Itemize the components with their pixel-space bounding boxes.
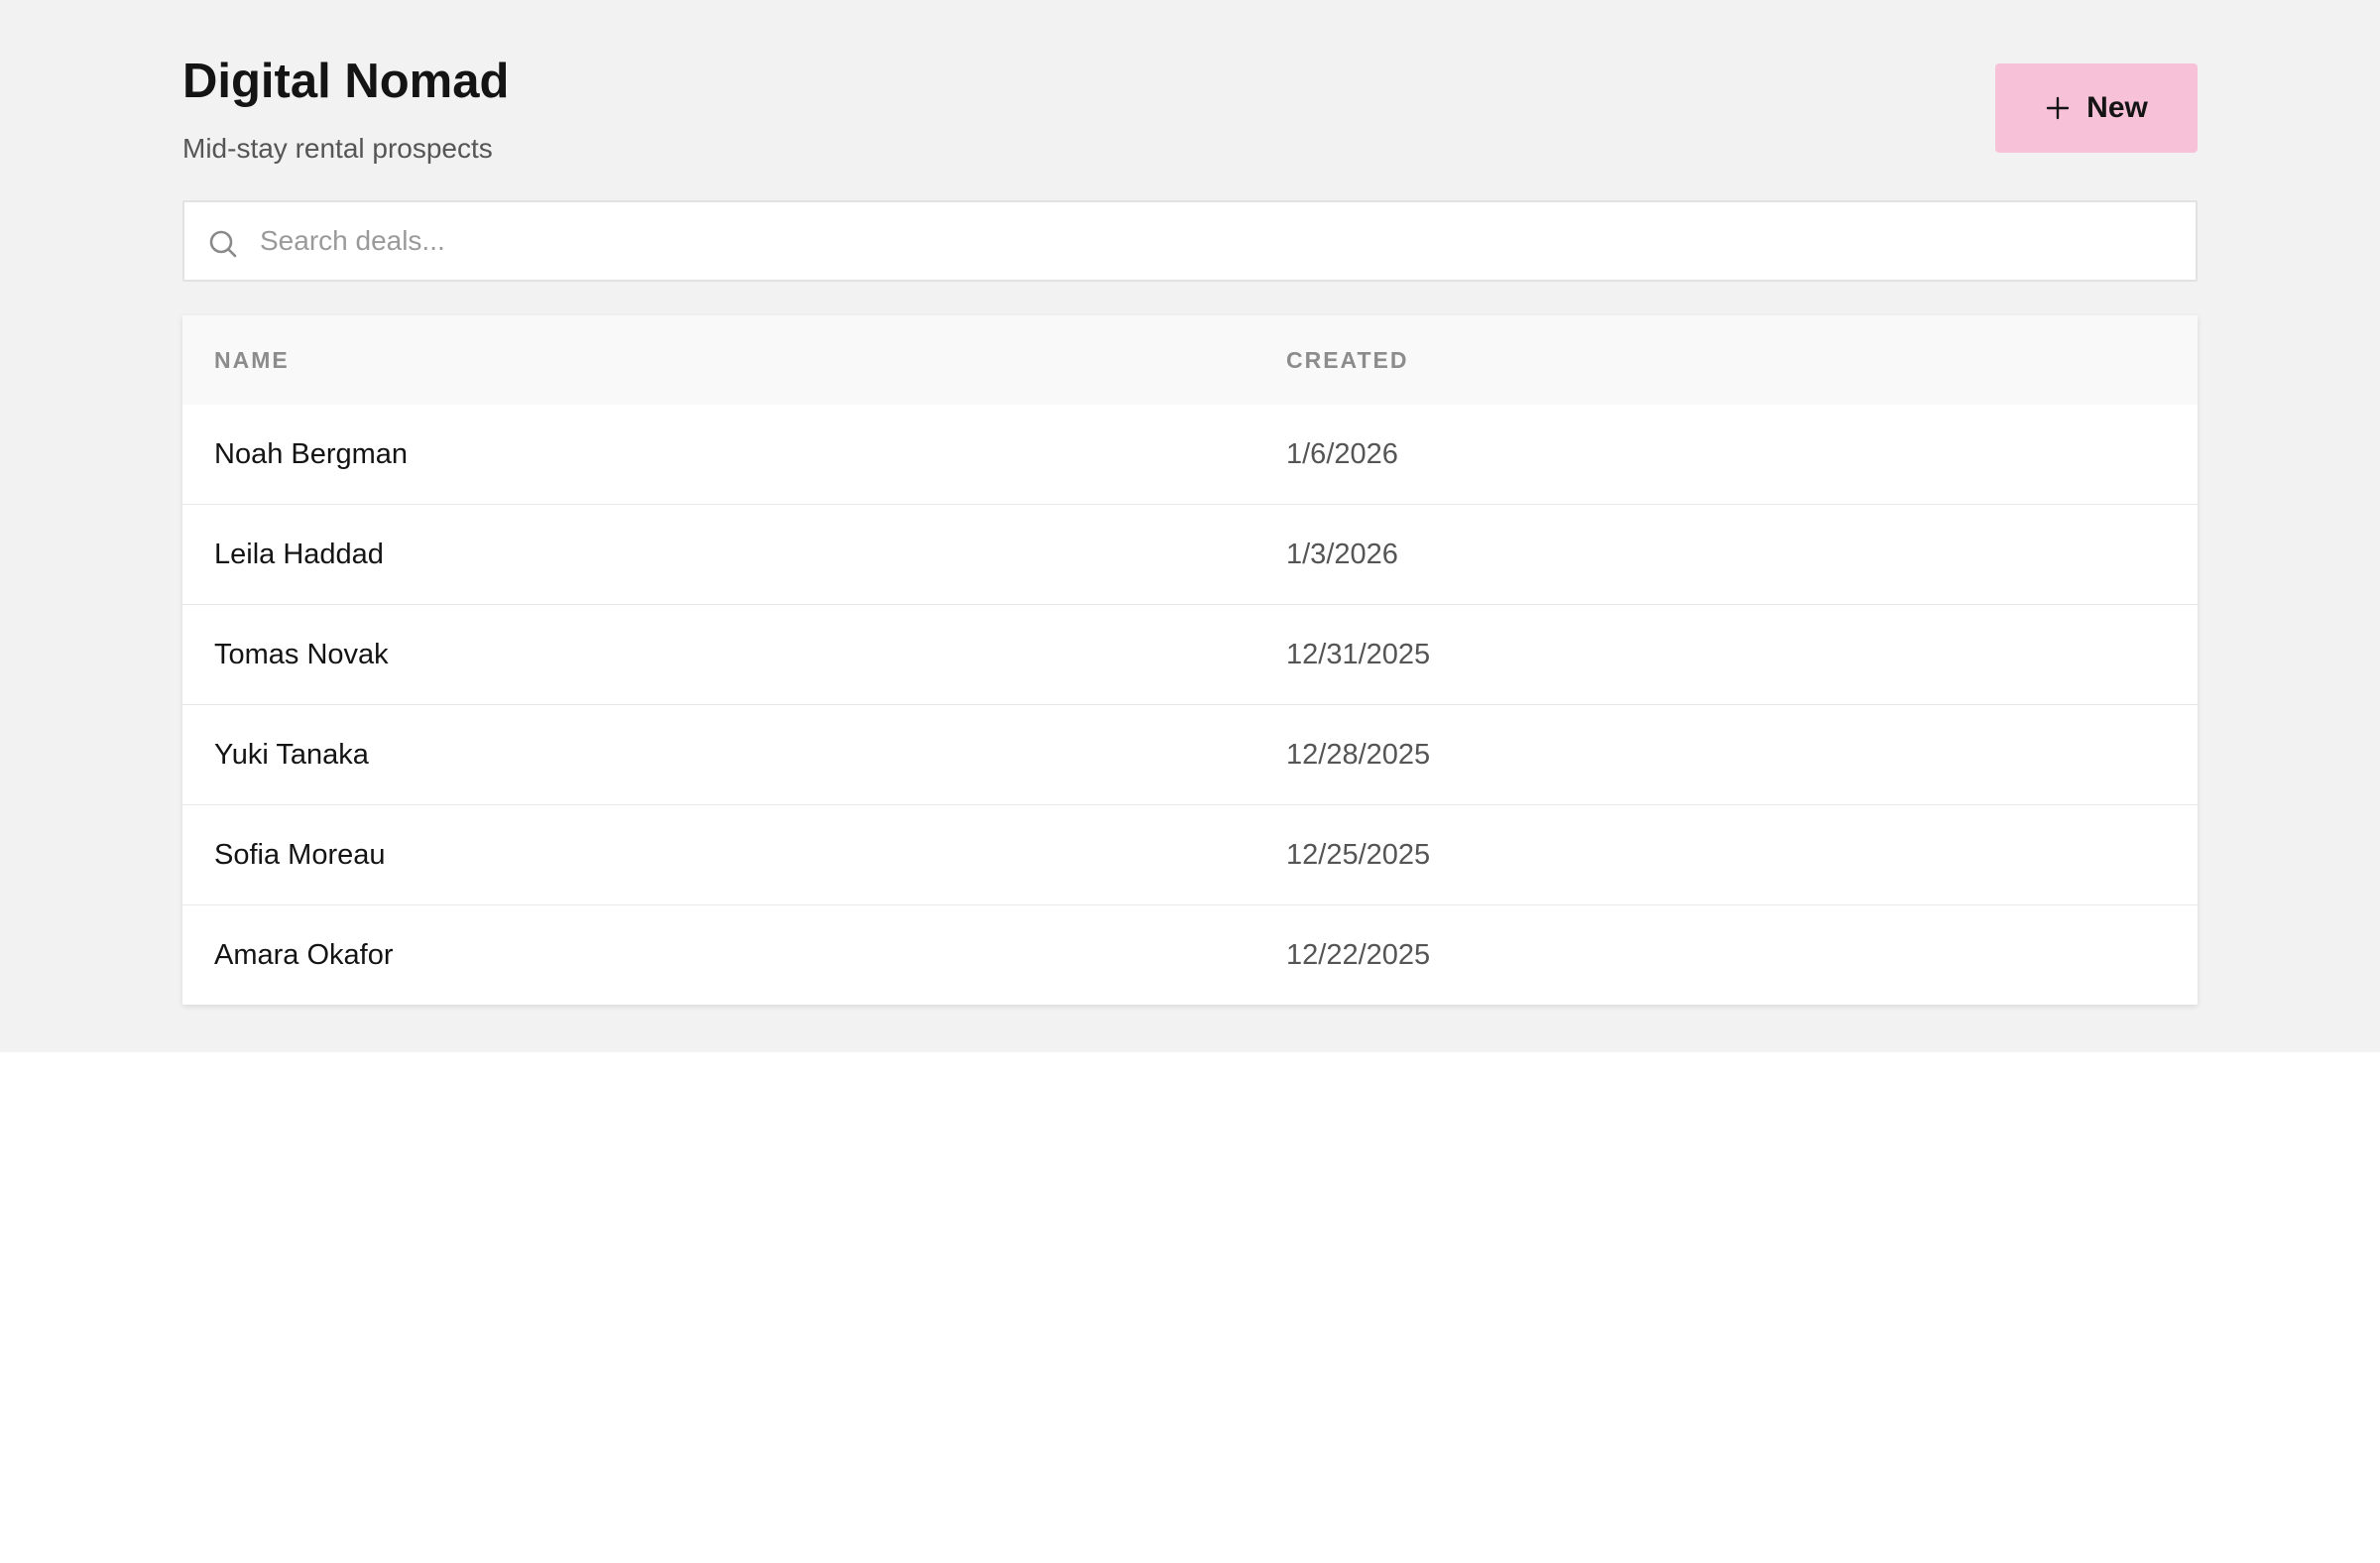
- row-name: Yuki Tanaka: [214, 738, 369, 771]
- page-background: Digital Nomad Mid-stay rental prospects …: [0, 0, 2380, 1052]
- search-input[interactable]: [260, 202, 2176, 280]
- search-icon: [208, 229, 238, 259]
- row-created: 12/31/2025: [1286, 638, 1431, 670]
- table-row[interactable]: Tomas Novak 12/31/2025: [182, 604, 2198, 704]
- table-row[interactable]: Yuki Tanaka 12/28/2025: [182, 704, 2198, 804]
- table-row[interactable]: Leila Haddad 1/3/2026: [182, 504, 2198, 604]
- table-header: NAME CREATED: [182, 315, 2198, 405]
- table-row[interactable]: Amara Okafor 12/22/2025: [182, 904, 2198, 1005]
- row-created: 1/6/2026: [1286, 437, 1398, 470]
- page-header: Digital Nomad Mid-stay rental prospects …: [182, 0, 2198, 200]
- table-row[interactable]: Sofia Moreau 12/25/2025: [182, 804, 2198, 904]
- table-row[interactable]: Noah Bergman 1/6/2026: [182, 405, 2198, 504]
- row-name: Leila Haddad: [214, 538, 384, 570]
- row-created: 12/22/2025: [1286, 938, 1431, 971]
- column-header-name[interactable]: NAME: [182, 347, 1286, 374]
- row-name: Sofia Moreau: [214, 838, 386, 871]
- row-created: 12/28/2025: [1286, 738, 1431, 771]
- column-header-created[interactable]: CREATED: [1286, 347, 2198, 374]
- row-created: 12/25/2025: [1286, 838, 1431, 871]
- main-container: Digital Nomad Mid-stay rental prospects …: [182, 0, 2198, 1005]
- search-box[interactable]: [182, 200, 2198, 282]
- row-name: Noah Bergman: [214, 437, 409, 470]
- table-body: Noah Bergman 1/6/2026 Leila Haddad 1/3/2…: [182, 405, 2198, 1005]
- deals-table: NAME CREATED Noah Bergman 1/6/2026 Leila…: [182, 315, 2198, 1005]
- new-button-label: New: [2086, 91, 2148, 124]
- row-name: Tomas Novak: [214, 638, 389, 670]
- row-name: Amara Okafor: [214, 938, 394, 971]
- page-subtitle: Mid-stay rental prospects: [182, 133, 493, 164]
- row-created: 1/3/2026: [1286, 538, 1398, 570]
- page-title: Digital Nomad: [182, 55, 510, 108]
- plus-icon: [2045, 95, 2071, 121]
- new-button[interactable]: New: [1995, 63, 2198, 153]
